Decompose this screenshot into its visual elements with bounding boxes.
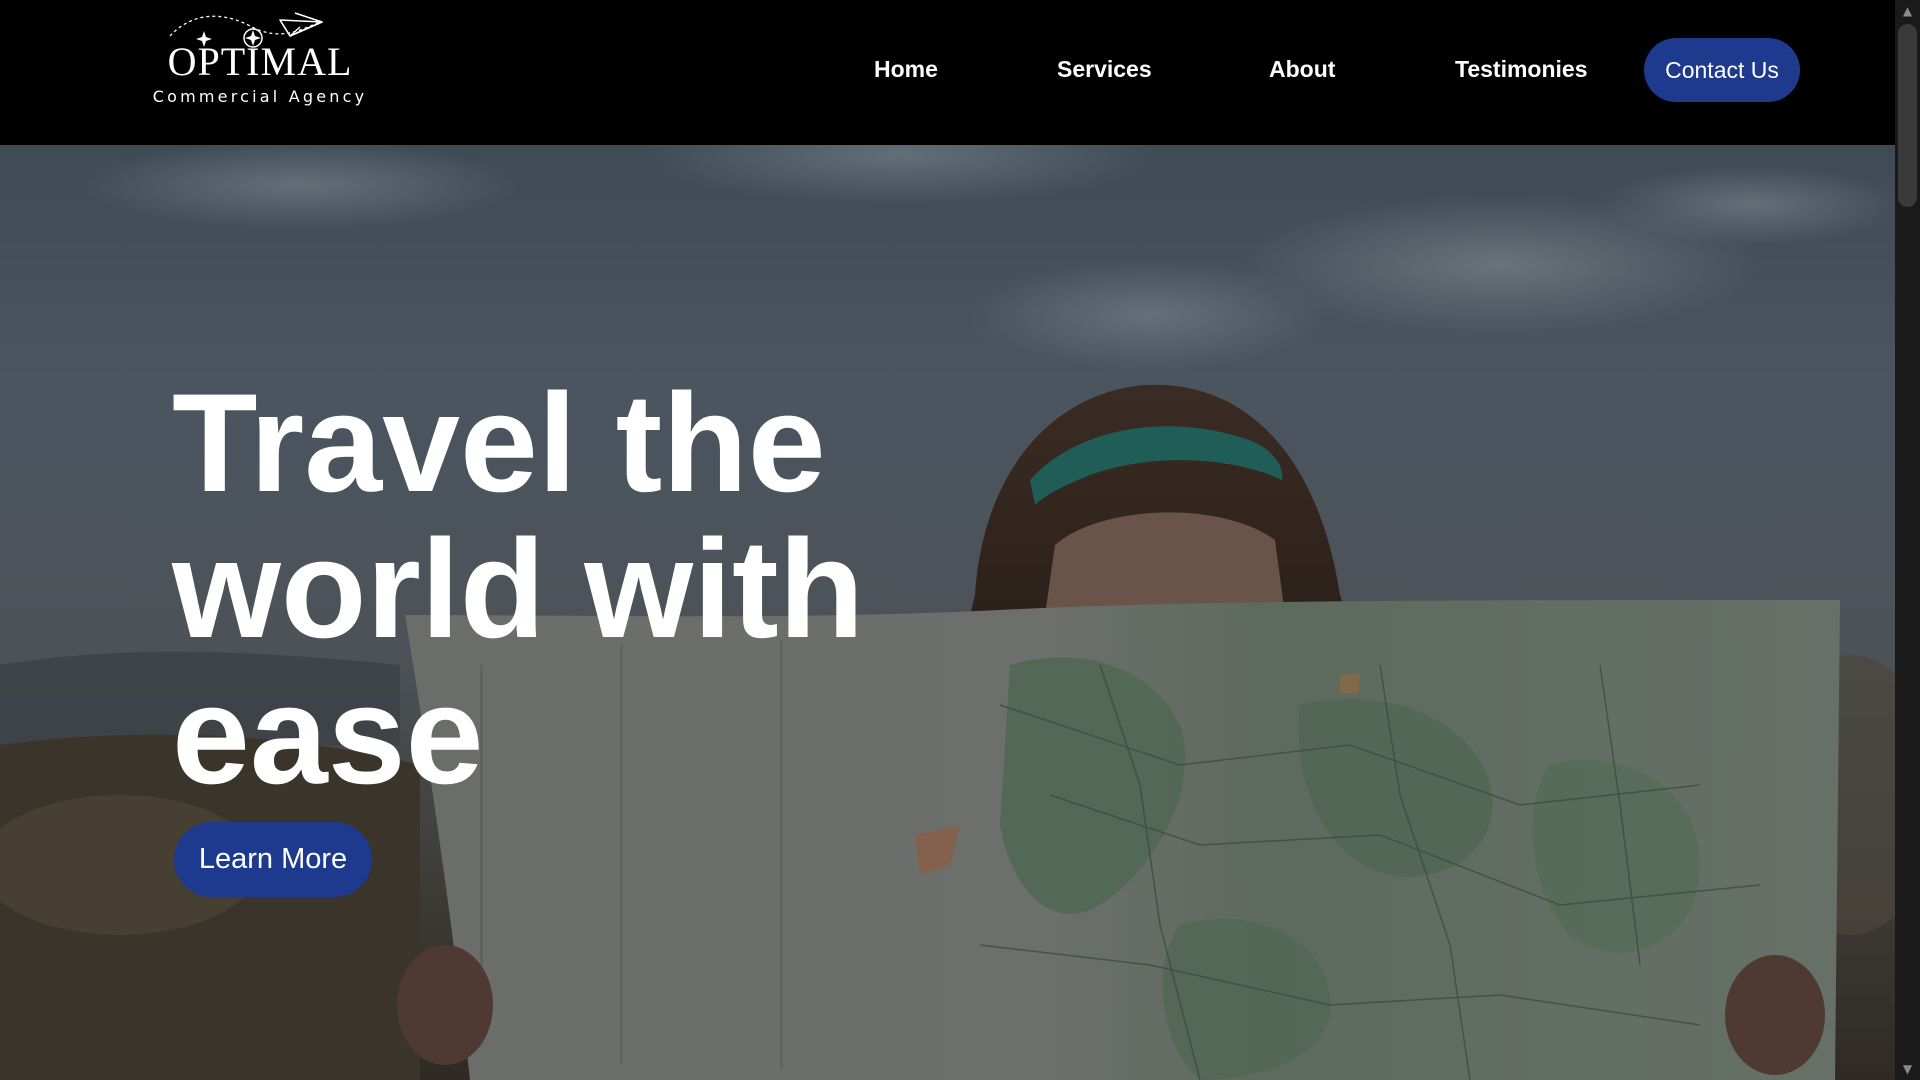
contact-us-button[interactable]: Contact Us	[1644, 38, 1800, 102]
hero-title-line-1: Travel the	[172, 364, 826, 521]
nav-services-link[interactable]: Services	[1057, 56, 1152, 82]
site-header: OPTIMAL Commercial Agency Home Services …	[0, 0, 1895, 145]
page: OPTIMAL Commercial Agency Home Services …	[0, 0, 1920, 1080]
brand-logo[interactable]: OPTIMAL Commercial Agency	[150, 6, 370, 116]
page-scrollbar[interactable]: ▲ ▼	[1895, 0, 1920, 1080]
hero-title-line-2: world with	[172, 510, 865, 667]
learn-more-button[interactable]: Learn More	[174, 822, 372, 897]
nav-home-link[interactable]: Home	[874, 56, 938, 82]
nav-testimonies-link[interactable]: Testimonies	[1455, 56, 1588, 82]
brand-name: OPTIMAL	[167, 39, 353, 84]
scrollbar-thumb[interactable]	[1898, 24, 1917, 207]
scroll-up-arrow-icon[interactable]: ▲	[1895, 0, 1920, 22]
hero-section: Travel the world with ease Learn More	[0, 145, 1895, 1080]
hero-title: Travel the world with ease	[172, 370, 972, 808]
scroll-down-arrow-icon[interactable]: ▼	[1895, 1058, 1920, 1080]
nav-about-link[interactable]: About	[1269, 56, 1335, 82]
hero-title-line-3: ease	[172, 656, 484, 813]
brand-tagline: Commercial Agency	[152, 87, 368, 106]
